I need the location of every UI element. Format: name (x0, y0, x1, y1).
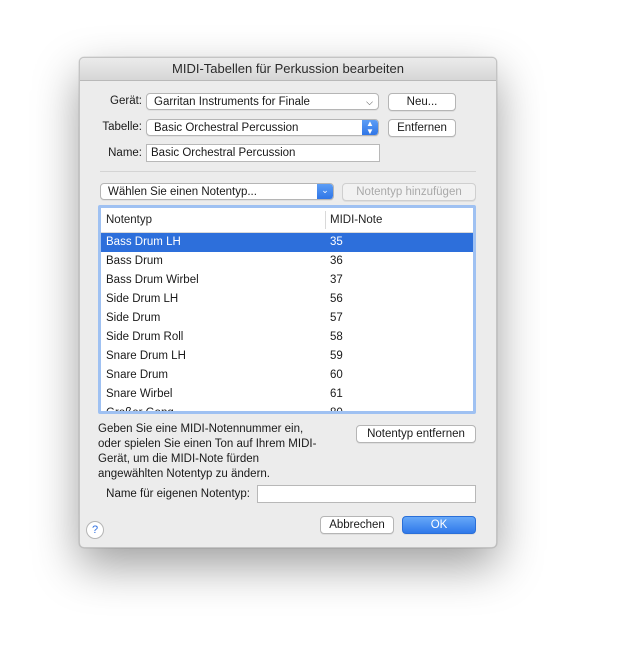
tabelle-label: Tabelle: (102, 121, 142, 133)
tabelle-popup[interactable]: Basic Orchestral Percussion ▲ ▼ (146, 119, 379, 136)
name-field[interactable]: Basic Orchestral Percussion (146, 144, 380, 162)
instruction-line-4: angewählten Notentyp zu ändern. (98, 468, 270, 480)
midi-note-cell: 57 (330, 312, 343, 324)
remove-notetype-button[interactable]: Notentyp entfernen (356, 425, 476, 443)
notetype-cell: Bass Drum LH (106, 236, 181, 248)
notetype-cell: Snare Drum LH (106, 350, 186, 362)
column-divider (325, 211, 326, 229)
instruction-line-1: Geben Sie eine MIDI-Notennummer ein, (98, 423, 304, 435)
notetype-cell: Bass Drum Wirbel (106, 274, 199, 286)
notetype-cell: Side Drum Roll (106, 331, 184, 343)
notetype-select-value: Wählen Sie einen Notentyp... (108, 186, 257, 198)
custom-name-label: Name für eigenen Notentyp: (106, 488, 250, 500)
chevron-down-icon: ⌄ (317, 184, 333, 199)
help-icon[interactable]: ? (86, 521, 104, 539)
midi-note-cell: 58 (330, 331, 343, 343)
divider (100, 171, 476, 172)
notetype-popup[interactable]: Wählen Sie einen Notentyp... ⌄ (100, 183, 334, 200)
midi-note-cell: 35 (330, 236, 343, 248)
cancel-button[interactable]: Abbrechen (320, 516, 394, 534)
midi-note-cell: 36 (330, 255, 343, 267)
table-header: Notentyp MIDI-Note (101, 208, 473, 233)
chevron-down-icon: ⌵ (366, 97, 373, 107)
table-row[interactable]: Snare Drum LH 59 (101, 347, 473, 366)
midi-note-cell: 80 (330, 407, 343, 414)
midi-note-cell: 56 (330, 293, 343, 305)
table-row[interactable]: Bass Drum LH 35 (101, 233, 473, 252)
table-row[interactable]: Großer Gong 80 (101, 404, 473, 414)
entfernen-button[interactable]: Entfernen (388, 119, 456, 137)
notetype-table[interactable]: Notentyp MIDI-Note Bass Drum LH 35 Bass Dr… (98, 205, 476, 414)
table-row[interactable]: Side Drum Roll 58 (101, 328, 473, 347)
table-row[interactable]: Bass Drum Wirbel 37 (101, 271, 473, 290)
ok-button[interactable]: OK (402, 516, 476, 534)
custom-name-field[interactable] (257, 485, 476, 503)
add-notetype-button[interactable]: Notentyp hinzufügen (342, 183, 476, 201)
column-header-notentyp[interactable]: Notentyp (106, 208, 152, 232)
tabelle-value: Basic Orchestral Percussion (154, 122, 299, 134)
midi-note-cell: 60 (330, 369, 343, 381)
instruction-line-2: oder spielen Sie einen Ton auf Ihrem MID… (98, 438, 317, 450)
table-row[interactable]: Bass Drum 36 (101, 252, 473, 271)
notetype-cell: Bass Drum (106, 255, 163, 267)
instruction-line-3: Gerät, um die MIDI-Note fürden (98, 453, 260, 465)
table-row[interactable]: Snare Drum 60 (101, 366, 473, 385)
notetype-cell: Side Drum LH (106, 293, 179, 305)
name-label: Name: (108, 147, 142, 159)
table-row[interactable]: Side Drum LH 56 (101, 290, 473, 309)
notetype-cell: Snare Drum (106, 369, 168, 381)
notetype-cell: Großer Gong (106, 407, 174, 414)
midi-tables-dialog: MIDI-Tabellen für Perkussion bearbeiten … (79, 57, 497, 548)
neu-button[interactable]: Neu... (388, 93, 456, 111)
dialog-title: MIDI-Tabellen für Perkussion bearbeiten (80, 58, 496, 81)
geraet-popup[interactable]: Garritan Instruments for Finale ⌵ (146, 93, 379, 110)
midi-note-cell: 37 (330, 274, 343, 286)
midi-note-cell: 61 (330, 388, 343, 400)
notetype-cell: Side Drum (106, 312, 161, 324)
geraet-value: Garritan Instruments for Finale (154, 96, 310, 108)
geraet-label: Gerät: (110, 95, 142, 107)
column-header-midi-note[interactable]: MIDI-Note (330, 208, 382, 232)
up-down-arrows-icon: ▲ ▼ (362, 120, 378, 135)
table-row[interactable]: Side Drum 57 (101, 309, 473, 328)
midi-note-cell: 59 (330, 350, 343, 362)
notetype-cell: Snare Wirbel (106, 388, 173, 400)
table-row[interactable]: Snare Wirbel 61 (101, 385, 473, 404)
